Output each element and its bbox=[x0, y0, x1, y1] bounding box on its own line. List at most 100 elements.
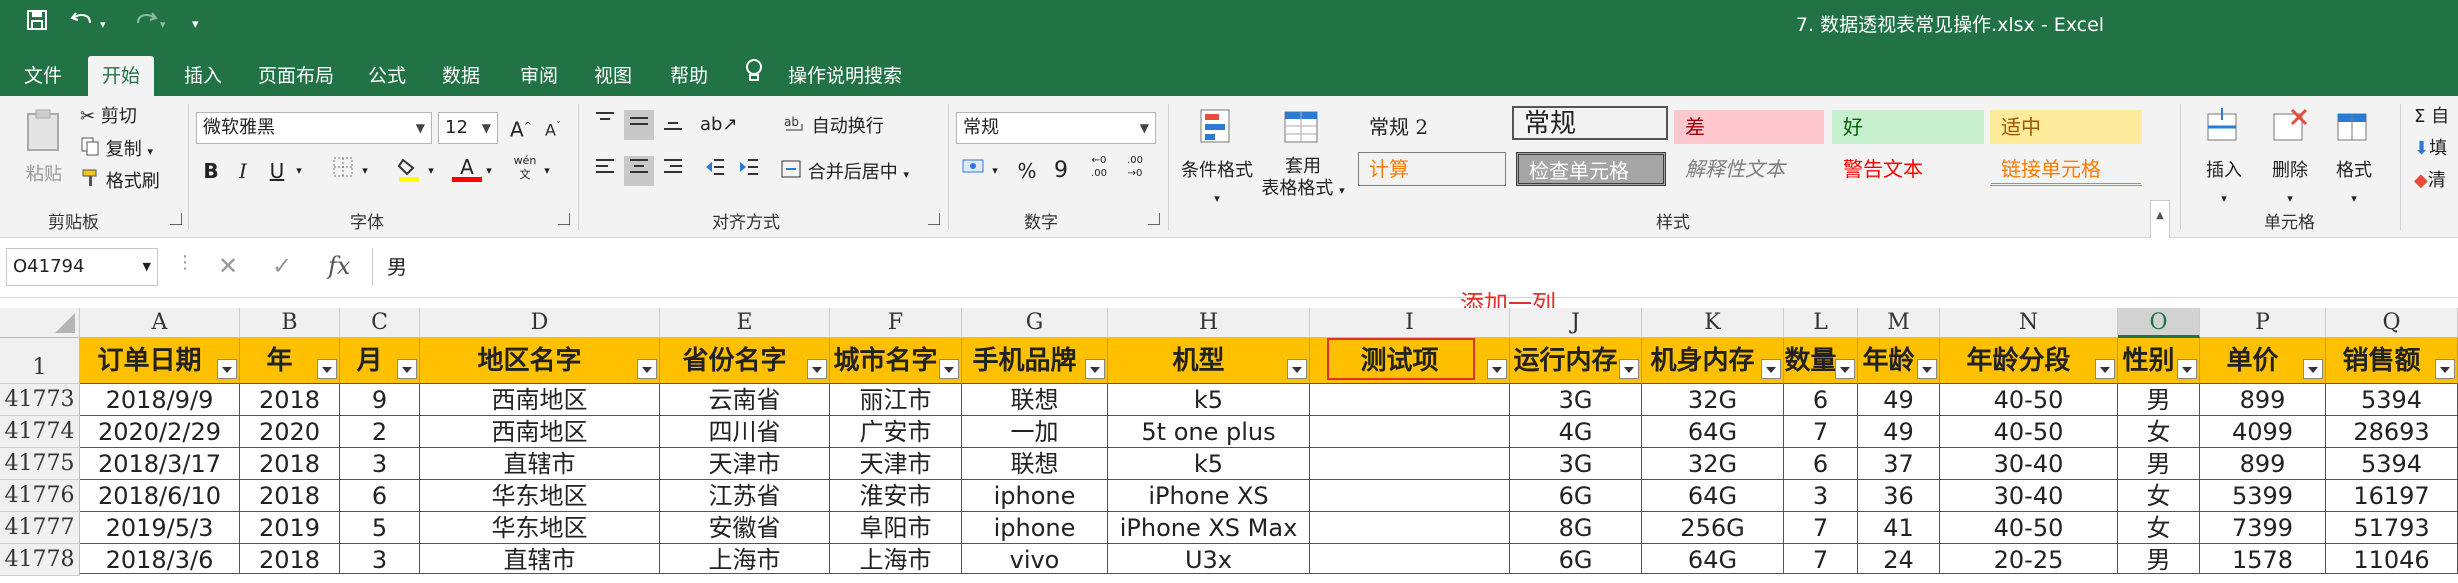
column-header-k[interactable]: K bbox=[1642, 308, 1784, 338]
table-cell[interactable]: 6G bbox=[1510, 544, 1642, 574]
table-cell[interactable]: 3 bbox=[340, 448, 420, 480]
fill-color-dropdown-icon[interactable]: ▾ bbox=[424, 156, 438, 186]
select-all-button[interactable] bbox=[0, 308, 80, 338]
table-cell[interactable]: 2018 bbox=[240, 480, 340, 512]
table-cell[interactable]: 上海市 bbox=[830, 544, 962, 574]
table-cell[interactable]: 天津市 bbox=[660, 448, 830, 480]
filter-dropdown-icon[interactable] bbox=[807, 359, 827, 379]
table-cell[interactable]: 广安市 bbox=[830, 416, 962, 448]
increase-font-size-button[interactable]: A^ bbox=[506, 112, 536, 142]
table-cell[interactable]: 联想 bbox=[962, 384, 1108, 416]
table-cell[interactable]: 256G bbox=[1642, 512, 1784, 544]
percent-button[interactable]: % bbox=[1012, 156, 1042, 186]
style-warning[interactable]: 警告文本 bbox=[1832, 152, 1984, 186]
table-cell[interactable]: 2018 bbox=[240, 448, 340, 480]
table-cell[interactable]: 40-50 bbox=[1940, 384, 2118, 416]
table-cell[interactable]: 四川省 bbox=[660, 416, 830, 448]
row-header-1[interactable]: 1 bbox=[0, 338, 80, 384]
table-cell[interactable]: 2018 bbox=[240, 544, 340, 574]
phonetic-button[interactable]: wén 文 bbox=[510, 154, 540, 184]
decrease-font-size-button[interactable]: Aˇ bbox=[538, 112, 568, 142]
table-cell[interactable]: 51793 bbox=[2326, 512, 2458, 544]
table-cell[interactable]: 西南地区 bbox=[420, 416, 660, 448]
redo-icon[interactable] bbox=[132, 8, 158, 42]
header-cell-g[interactable]: 手机品牌 bbox=[962, 338, 1108, 384]
header-cell-f[interactable]: 城市名字 bbox=[830, 338, 962, 384]
tell-me-search[interactable]: 操作说明搜索 bbox=[774, 56, 916, 96]
table-cell[interactable]: 天津市 bbox=[830, 448, 962, 480]
column-header-l[interactable]: L bbox=[1784, 308, 1858, 338]
table-cell[interactable]: 40-50 bbox=[1940, 416, 2118, 448]
table-cell[interactable]: 男 bbox=[2118, 384, 2200, 416]
table-cell[interactable]: 6 bbox=[1784, 448, 1858, 480]
borders-button[interactable] bbox=[328, 156, 358, 186]
header-cell-e[interactable]: 省份名字 bbox=[660, 338, 830, 384]
font-color-dropdown-icon[interactable]: ▾ bbox=[482, 156, 496, 186]
filter-dropdown-icon[interactable] bbox=[1619, 359, 1639, 379]
table-cell[interactable]: 49 bbox=[1858, 416, 1940, 448]
save-icon[interactable] bbox=[26, 8, 48, 42]
font-launcher-icon[interactable] bbox=[558, 213, 570, 225]
table-cell[interactable] bbox=[1310, 480, 1510, 512]
font-color-button[interactable]: A bbox=[452, 152, 482, 182]
table-cell[interactable]: 5394 bbox=[2326, 384, 2458, 416]
filter-dropdown-icon[interactable] bbox=[2435, 359, 2455, 379]
filter-dropdown-icon[interactable] bbox=[1287, 359, 1307, 379]
table-cell[interactable]: 淮安市 bbox=[830, 480, 962, 512]
number-format-select[interactable]: 常规 ▼ bbox=[956, 112, 1156, 144]
fill-color-button[interactable] bbox=[394, 156, 424, 186]
enter-icon[interactable]: ✓ bbox=[272, 252, 292, 280]
decrease-decimal-button[interactable]: .00 →0 bbox=[1120, 154, 1150, 184]
column-header-e[interactable]: E bbox=[660, 308, 830, 338]
row-header[interactable]: 41775 bbox=[0, 448, 80, 480]
table-cell[interactable]: 联想 bbox=[962, 448, 1108, 480]
table-cell[interactable]: iphone bbox=[962, 512, 1108, 544]
header-cell-l[interactable]: 数量 bbox=[1784, 338, 1858, 384]
filter-dropdown-icon[interactable] bbox=[637, 359, 657, 379]
table-cell[interactable]: iphone bbox=[962, 480, 1108, 512]
align-left-button[interactable] bbox=[590, 156, 620, 186]
clear-button[interactable]: ◆清 bbox=[2414, 168, 2446, 194]
header-cell-o[interactable]: 性别 bbox=[2118, 338, 2200, 384]
table-cell[interactable]: 7 bbox=[1784, 512, 1858, 544]
bold-button[interactable]: B bbox=[196, 156, 226, 186]
table-cell[interactable]: 安徽省 bbox=[660, 512, 830, 544]
column-header-g[interactable]: G bbox=[962, 308, 1108, 338]
table-cell[interactable]: 6G bbox=[1510, 480, 1642, 512]
table-cell[interactable]: 3 bbox=[1784, 480, 1858, 512]
merge-dropdown-icon[interactable]: ▾ bbox=[903, 168, 909, 181]
table-cell[interactable]: 64G bbox=[1642, 416, 1784, 448]
style-linked-cell[interactable]: 链接单元格 bbox=[1990, 152, 2142, 186]
table-cell[interactable]: 2018/9/9 bbox=[80, 384, 240, 416]
align-right-button[interactable] bbox=[658, 156, 688, 186]
tab-help[interactable]: 帮助 bbox=[656, 56, 722, 96]
clipboard-launcher-icon[interactable] bbox=[170, 213, 182, 225]
header-cell-c[interactable]: 月 bbox=[340, 338, 420, 384]
comma-style-button[interactable]: 9 bbox=[1046, 156, 1076, 186]
column-header-h[interactable]: H bbox=[1108, 308, 1310, 338]
phonetic-dropdown-icon[interactable]: ▾ bbox=[540, 156, 554, 186]
table-cell[interactable]: 7 bbox=[1784, 544, 1858, 574]
table-cell[interactable]: 37 bbox=[1858, 448, 1940, 480]
table-cell[interactable]: 11046 bbox=[2326, 544, 2458, 574]
table-cell[interactable]: 2 bbox=[340, 416, 420, 448]
formula-input[interactable]: 男 bbox=[372, 248, 2458, 286]
filter-dropdown-icon[interactable] bbox=[1835, 359, 1855, 379]
filter-dropdown-icon[interactable] bbox=[1761, 359, 1781, 379]
table-cell[interactable]: iPhone XS Max bbox=[1108, 512, 1310, 544]
customize-quick-access-icon[interactable]: ▾ bbox=[192, 8, 199, 42]
filter-dropdown-icon[interactable] bbox=[939, 359, 959, 379]
filter-dropdown-icon[interactable] bbox=[397, 359, 417, 379]
table-cell[interactable] bbox=[1310, 416, 1510, 448]
table-cell[interactable]: 24 bbox=[1858, 544, 1940, 574]
row-header[interactable]: 41773 bbox=[0, 384, 80, 416]
style-normal-2[interactable]: 常规 2 bbox=[1358, 110, 1506, 144]
table-cell[interactable]: 江苏省 bbox=[660, 480, 830, 512]
row-header[interactable]: 41776 bbox=[0, 480, 80, 512]
insert-function-icon[interactable]: fx bbox=[328, 252, 350, 280]
column-header-o[interactable]: O bbox=[2118, 308, 2200, 338]
copy-button[interactable]: 复制 ▾ bbox=[80, 136, 153, 165]
table-cell[interactable]: 30-40 bbox=[1940, 480, 2118, 512]
table-cell[interactable]: 16197 bbox=[2326, 480, 2458, 512]
table-cell[interactable]: 5 bbox=[340, 512, 420, 544]
